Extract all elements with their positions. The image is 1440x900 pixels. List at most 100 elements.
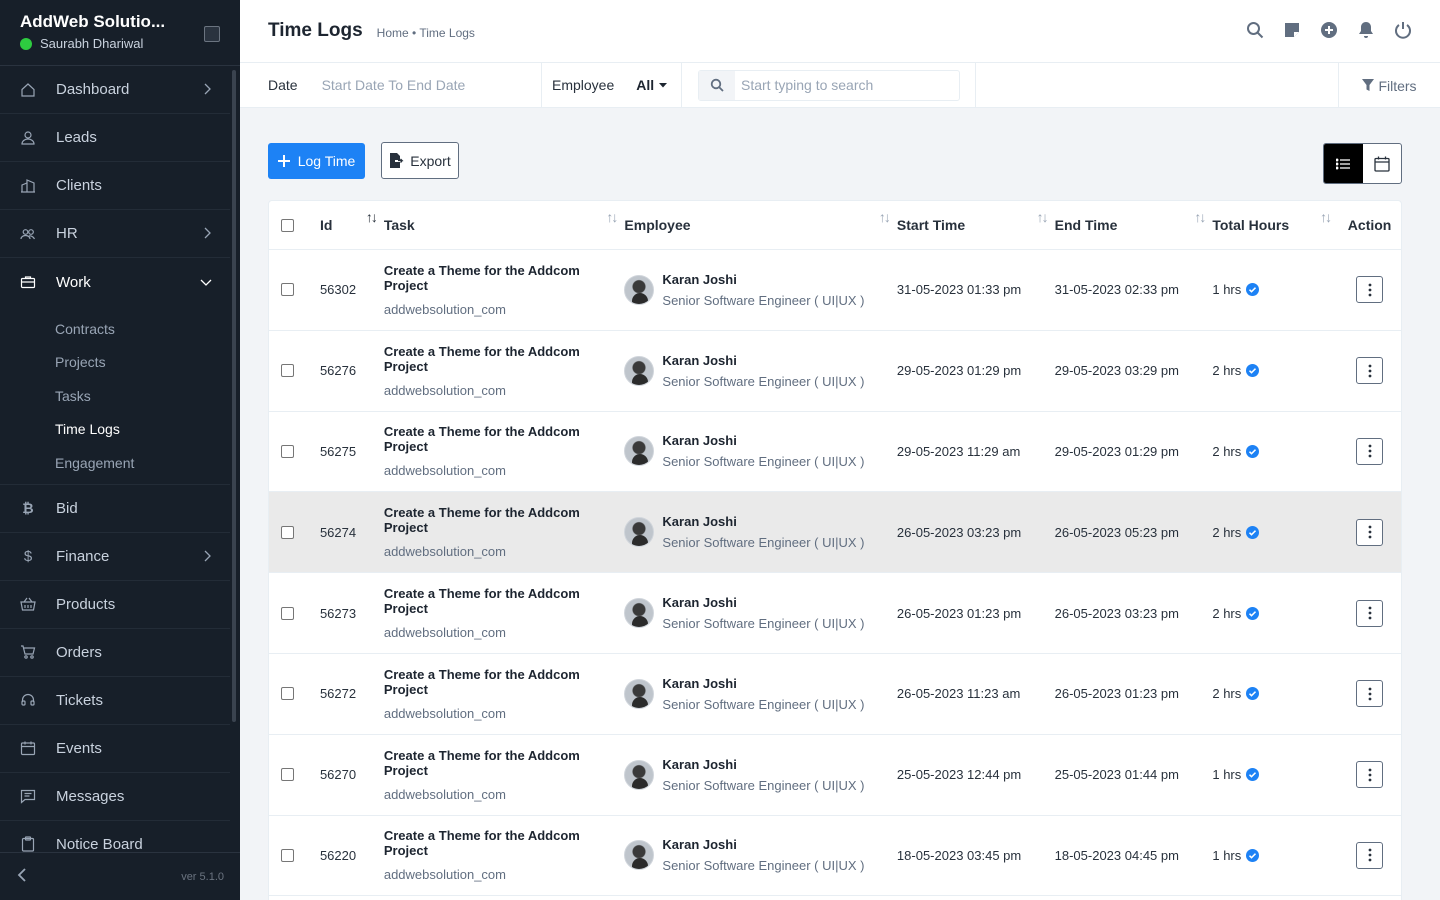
export-button[interactable]: Export: [381, 142, 459, 179]
table-row[interactable]: 56273 Create a Theme for the Addcom Proj…: [269, 573, 1401, 654]
table-row[interactable]: 56275 Create a Theme for the Addcom Proj…: [269, 412, 1401, 493]
table-row[interactable]: 56276 Create a Theme for the Addcom Proj…: [269, 331, 1401, 412]
row-checkbox[interactable]: [281, 525, 294, 539]
sidebar-item-hr[interactable]: HR: [0, 210, 230, 258]
employee-name[interactable]: Karan Joshi: [662, 837, 864, 852]
table-row[interactable]: 56274 Create a Theme for the Addcom Proj…: [269, 492, 1401, 574]
avatar[interactable]: [624, 436, 655, 467]
sidebar-item-leads[interactable]: Leads: [0, 114, 230, 162]
sidebar-item-events[interactable]: Events: [0, 725, 230, 773]
log-time-button[interactable]: Log Time: [268, 143, 365, 179]
task-link[interactable]: Create a Theme for the Addcom Project: [384, 828, 584, 858]
col-id[interactable]: Id ↑↓: [311, 209, 384, 233]
task-link[interactable]: Create a Theme for the Addcom Project: [384, 748, 584, 778]
sidebar-item-contracts[interactable]: Contracts: [0, 312, 230, 346]
sidebar-item-messages[interactable]: Messages: [0, 773, 230, 821]
table-row[interactable]: 56220 Create a Theme for the Addcom Proj…: [269, 816, 1401, 897]
company-logo: [204, 26, 220, 42]
employee-name[interactable]: Karan Joshi: [662, 676, 864, 691]
row-actions-button[interactable]: [1356, 841, 1384, 869]
filters-button[interactable]: Filters: [1338, 63, 1440, 108]
row-checkbox[interactable]: [281, 283, 294, 297]
row-checkbox[interactable]: [281, 444, 294, 458]
row-checkbox[interactable]: [281, 768, 294, 782]
employee-name[interactable]: Karan Joshi: [662, 514, 864, 529]
col-task[interactable]: Task ↑↓: [384, 209, 625, 233]
sidebar-item-dashboard[interactable]: Dashboard: [0, 66, 230, 114]
sidebar-item-engagement[interactable]: Engagement: [0, 446, 230, 480]
calendar-view-button[interactable]: [1363, 144, 1402, 183]
row-actions-button[interactable]: [1356, 518, 1384, 546]
sidebar-item-orders[interactable]: Orders: [0, 629, 230, 677]
sidebar-item-projects[interactable]: Projects: [0, 346, 230, 380]
list-view-button[interactable]: [1324, 144, 1363, 183]
row-checkbox[interactable]: [281, 848, 294, 862]
date-filter[interactable]: Date Start Date To End Date: [240, 62, 542, 108]
log-id: 56275: [311, 444, 384, 459]
collapse-sidebar-icon[interactable]: [16, 868, 28, 885]
avatar[interactable]: [624, 678, 655, 709]
end-time: 18-05-2023 04:45 pm: [1054, 847, 1179, 863]
task-link[interactable]: Create a Theme for the Addcom Project: [384, 263, 584, 293]
sidebar-item-bid[interactable]: ₿ Bid: [0, 485, 230, 533]
avatar[interactable]: [624, 840, 655, 871]
row-actions-button[interactable]: [1356, 680, 1384, 708]
sidebar-item-finance[interactable]: $ Finance: [0, 533, 230, 581]
sidebar-item-time-logs[interactable]: Time Logs: [0, 413, 230, 447]
employee-name[interactable]: Karan Joshi: [662, 272, 864, 287]
row-actions-button[interactable]: [1356, 599, 1384, 627]
search-input[interactable]: Start typing to search: [698, 69, 960, 101]
row-checkbox[interactable]: [281, 687, 294, 701]
task-link[interactable]: Create a Theme for the Addcom Project: [384, 424, 584, 454]
action-cell: [1338, 599, 1401, 627]
add-circle-icon[interactable]: [1320, 20, 1338, 40]
task-link[interactable]: Create a Theme for the Addcom Project: [384, 344, 584, 374]
select-all-checkbox[interactable]: [281, 218, 294, 232]
breadcrumb[interactable]: Home • Time Logs: [377, 26, 475, 40]
sidebar-item-products[interactable]: Products: [0, 581, 230, 629]
employee-select[interactable]: All: [636, 77, 668, 93]
sidebar-scrollbar[interactable]: [232, 70, 236, 722]
row-actions-button[interactable]: [1356, 437, 1384, 465]
col-employee[interactable]: Employee ↑↓: [624, 209, 897, 233]
employee-name[interactable]: Karan Joshi: [662, 595, 864, 610]
avatar[interactable]: [624, 274, 655, 305]
user-name: Saurabh Dhariwal: [40, 36, 144, 51]
row-actions-button[interactable]: [1356, 276, 1384, 304]
row-checkbox[interactable]: [281, 364, 294, 378]
col-end-time[interactable]: End Time ↑↓: [1054, 209, 1213, 233]
table-row[interactable]: 56272 Create a Theme for the Addcom Proj…: [269, 654, 1401, 735]
row-actions-button[interactable]: [1356, 761, 1384, 789]
sidebar-item-tickets[interactable]: Tickets: [0, 677, 230, 725]
search-icon[interactable]: [1246, 20, 1264, 40]
date-range-input[interactable]: Start Date To End Date: [322, 77, 466, 93]
filters-label: Filters: [1378, 77, 1417, 94]
sidebar-item-notice-board[interactable]: Notice Board: [0, 821, 230, 852]
sidebar-item-tasks[interactable]: Tasks: [0, 379, 230, 413]
task-link[interactable]: Create a Theme for the Addcom Project: [384, 586, 584, 616]
employee-name[interactable]: Karan Joshi: [662, 353, 864, 368]
sidebar-item-clients[interactable]: Clients: [0, 162, 230, 210]
task-link[interactable]: Create a Theme for the Addcom Project: [384, 505, 584, 535]
col-start-time[interactable]: Start Time ↑↓: [897, 209, 1055, 233]
task-cell: Create a Theme for the Addcom Project ad…: [384, 748, 625, 802]
sidebar-item-work[interactable]: Work: [0, 258, 230, 306]
avatar[interactable]: [624, 517, 655, 548]
row-checkbox[interactable]: [281, 606, 294, 620]
brand-block[interactable]: AddWeb Solutio... Saurabh Dhariwal: [0, 0, 240, 66]
row-actions-button[interactable]: [1356, 357, 1384, 385]
employee-name[interactable]: Karan Joshi: [662, 757, 864, 772]
bell-icon[interactable]: [1357, 20, 1375, 40]
col-total-hours[interactable]: Total Hours ↑↓: [1212, 209, 1338, 233]
avatar[interactable]: [624, 759, 655, 790]
avatar[interactable]: [624, 598, 655, 629]
avatar[interactable]: [624, 355, 655, 386]
employee-name[interactable]: Karan Joshi: [662, 433, 864, 448]
sticky-note-icon[interactable]: [1283, 20, 1301, 40]
table-row[interactable]: 56302 Create a Theme for the Addcom Proj…: [269, 250, 1401, 331]
power-icon[interactable]: [1394, 20, 1412, 40]
table-row[interactable]: 56270 Create a Theme for the Addcom Proj…: [269, 735, 1401, 816]
task-link[interactable]: Create a Theme for the Addcom Project: [384, 667, 584, 697]
col-end-label: End Time: [1054, 217, 1118, 233]
file-export-icon: [390, 153, 404, 168]
